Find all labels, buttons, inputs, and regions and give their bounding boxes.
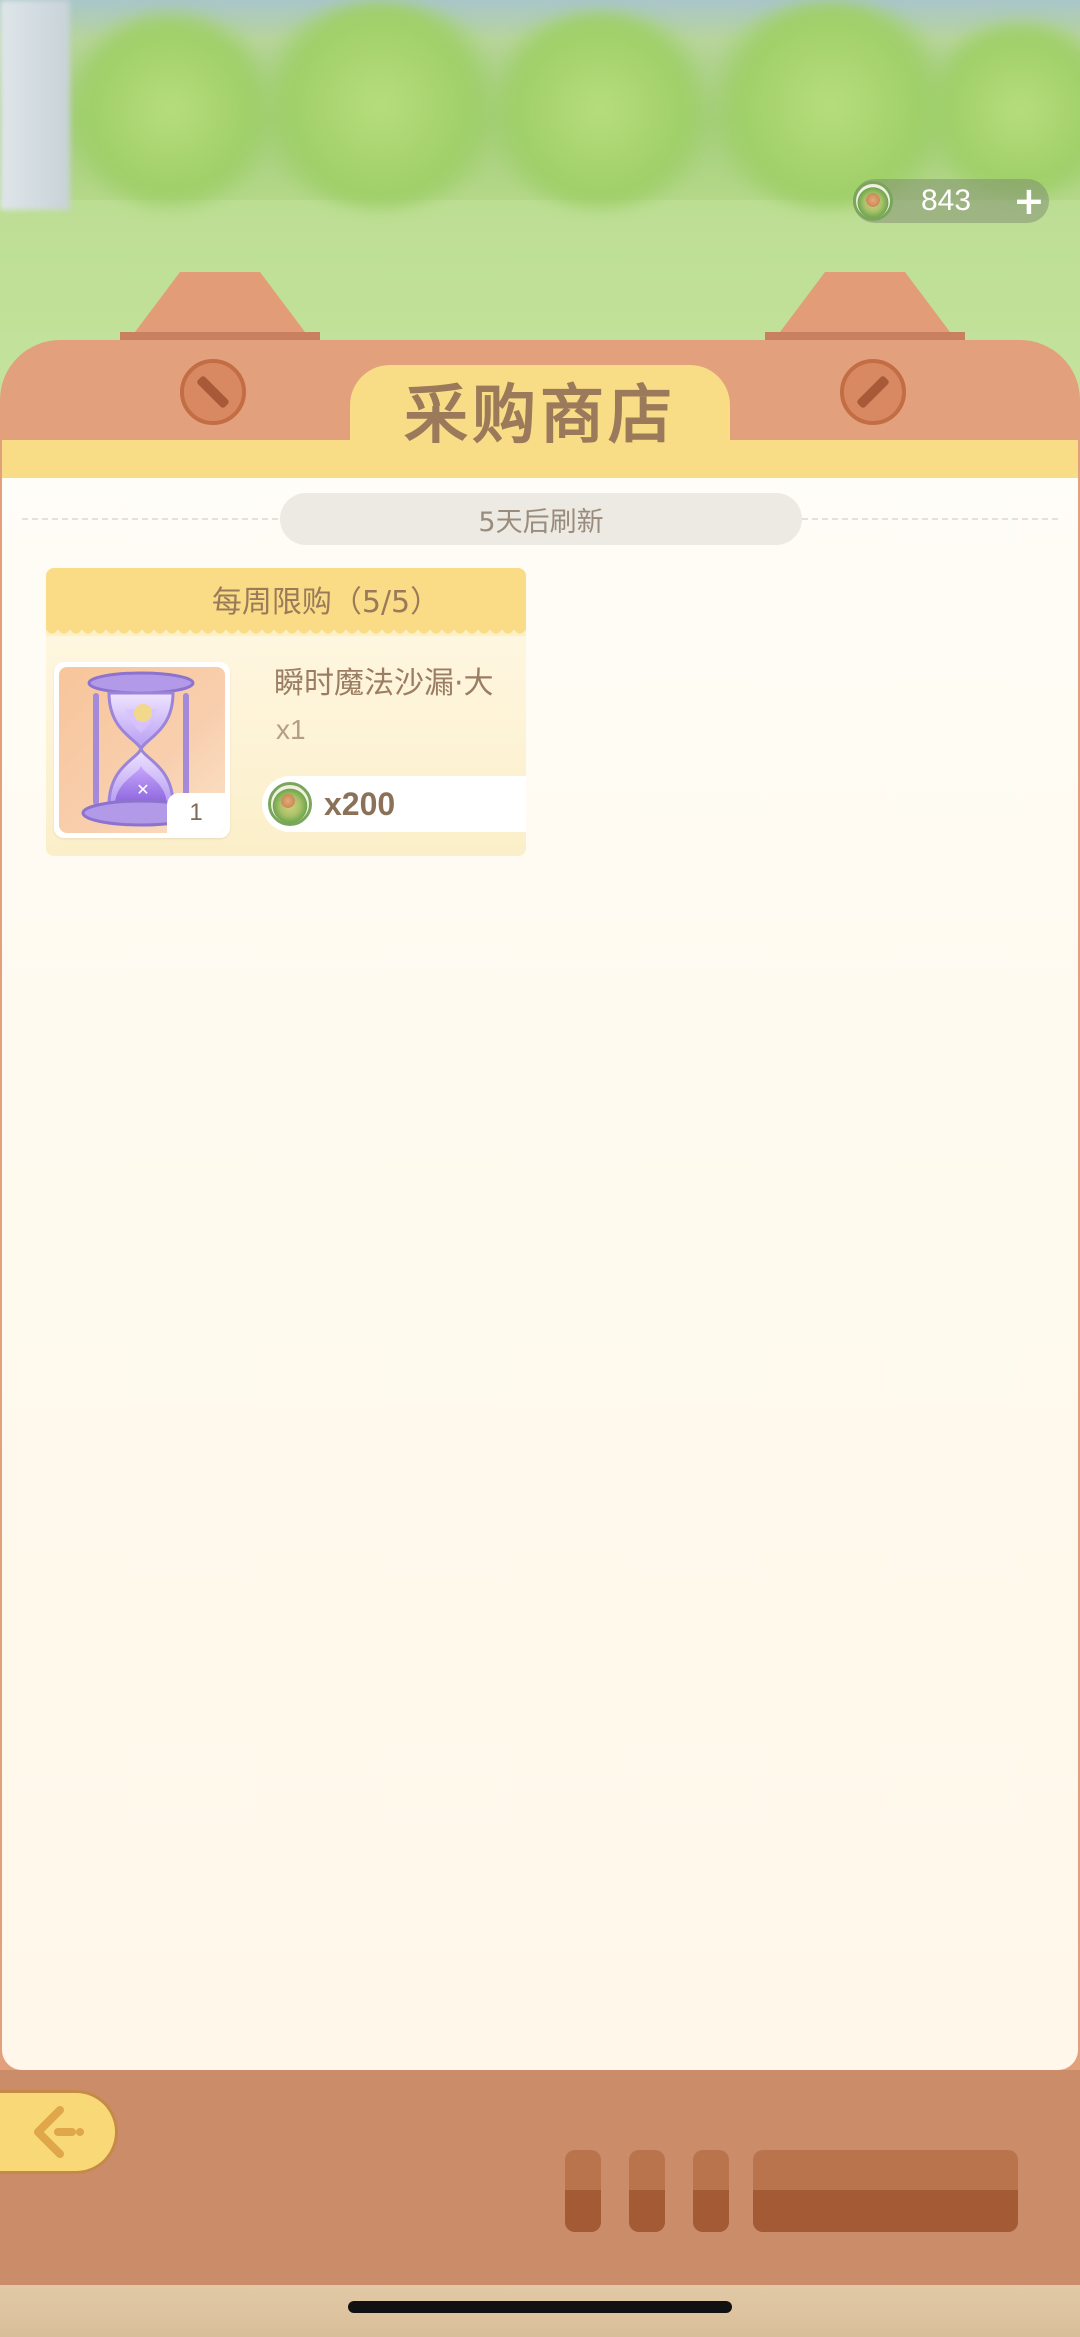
bush (60, 10, 280, 210)
screw-icon (840, 359, 906, 425)
item-quantity: x1 (276, 714, 306, 745)
pillar (0, 0, 70, 210)
shop-item-card[interactable]: 每周限购（5/5） ✕ 1 瞬时魔法沙漏·大 x1 x200 (46, 568, 526, 856)
item-thumbnail[interactable]: ✕ 1 (54, 662, 230, 838)
item-name: 瞬时魔法沙漏·大 (274, 666, 494, 701)
svg-text:✕: ✕ (136, 780, 149, 799)
control-bar (753, 2150, 1018, 2232)
screw-icon (180, 359, 246, 425)
shop-panel: 5天后刷新 每周限购（5/5） ✕ 1 瞬时魔法沙漏·大 x1 x200 (2, 440, 1078, 2070)
back-arrow-icon (33, 2106, 84, 2158)
control-slot (565, 2150, 601, 2232)
add-currency-button[interactable]: + (1013, 182, 1045, 220)
item-price: x200 (324, 785, 396, 822)
bush (920, 20, 1080, 200)
bush (480, 10, 720, 210)
shop-title: 采购商店 (404, 379, 676, 453)
bush (250, 0, 510, 210)
weekly-limit-header: 每周限购（5/5） (46, 568, 526, 636)
home-indicator[interactable] (348, 2301, 732, 2313)
coin-icon (853, 181, 893, 221)
control-slot (693, 2150, 729, 2232)
control-slot (629, 2150, 665, 2232)
back-button[interactable] (0, 2090, 118, 2174)
coin-icon (268, 782, 312, 826)
item-count-badge: 1 (167, 793, 225, 833)
currency-amount: 843 (921, 184, 972, 217)
shop-title-tab: 采购商店 (350, 365, 730, 455)
refresh-timer: 5天后刷新 (280, 493, 802, 545)
buy-price-button[interactable]: x200 (262, 776, 526, 832)
currency-display: 843 + (853, 179, 1049, 223)
